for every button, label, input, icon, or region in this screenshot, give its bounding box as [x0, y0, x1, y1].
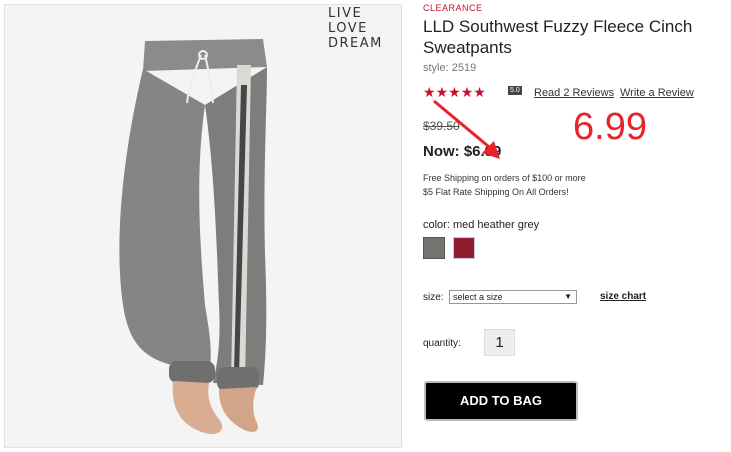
annotation-price: 6.99 — [573, 106, 647, 148]
dropdown-arrow-icon: ▼ — [564, 292, 572, 301]
size-select[interactable]: select a size ▼ — [449, 290, 577, 304]
write-review-link[interactable]: Write a Review — [620, 87, 694, 99]
read-reviews-link[interactable]: Read 2 Reviews — [534, 87, 614, 99]
sweatpants-illustration — [5, 5, 401, 447]
brand-logo-line: LOVE — [328, 21, 368, 36]
add-to-bag-button[interactable]: ADD TO BAG — [424, 381, 578, 421]
annotation-arrow-icon — [433, 99, 500, 159]
size-select-value: select a size — [453, 292, 503, 302]
brand-logo: LIVE LOVE DREAM — [328, 6, 383, 51]
rating-score-badge: 5.0 — [508, 86, 522, 95]
quantity-input[interactable]: 1 — [484, 329, 515, 356]
color-swatch-grey[interactable] — [423, 237, 445, 259]
quantity-label: quantity: — [423, 338, 461, 349]
product-title: LLD Southwest Fuzzy Fleece Cinch Sweatpa… — [423, 17, 693, 57]
clearance-label: CLEARANCE — [423, 3, 483, 13]
size-label: size: — [423, 292, 444, 303]
style-number: style: 2519 — [423, 62, 477, 74]
shipping-info-line: $5 Flat Rate Shipping On All Orders! — [423, 187, 569, 197]
size-chart-link[interactable]: size chart — [600, 291, 646, 302]
color-swatch-red[interactable] — [453, 237, 475, 259]
shipping-info-line: Free Shipping on orders of $100 or more — [423, 173, 586, 183]
brand-logo-line: DREAM — [328, 36, 383, 51]
product-image — [4, 4, 402, 448]
brand-logo-line: LIVE — [328, 6, 363, 21]
color-label: color: med heather grey — [423, 219, 540, 231]
